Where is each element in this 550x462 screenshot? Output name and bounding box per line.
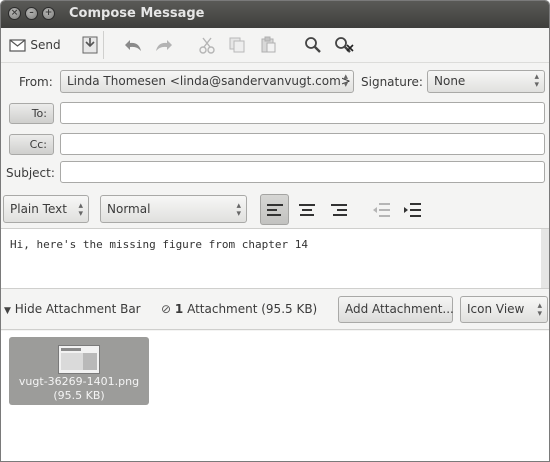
attachment-view-select[interactable]: Icon View ▴ ▾ bbox=[460, 296, 548, 323]
minimize-window-icon[interactable]: – bbox=[25, 7, 38, 20]
subject-label: Subject: bbox=[6, 166, 55, 180]
from-value: Linda Thomesen <linda@sandervanvugt.com> bbox=[67, 74, 351, 88]
find-replace-button[interactable] bbox=[331, 31, 357, 59]
save-draft-button[interactable] bbox=[76, 31, 104, 59]
paperclip-icon: ⊘ bbox=[161, 302, 172, 316]
chevron-updown-icon: ▴ ▾ bbox=[534, 72, 539, 90]
chevron-updown-icon: ▴ ▾ bbox=[78, 201, 83, 219]
format-mode-value: Plain Text bbox=[10, 202, 67, 216]
close-window-icon[interactable]: × bbox=[8, 7, 21, 20]
send-button[interactable]: Send bbox=[7, 31, 63, 59]
attachment-list: vugt-36269-1401.png (95.5 KB) bbox=[1, 331, 549, 461]
chevron-updown-icon: ▴ ▾ bbox=[537, 301, 542, 319]
from-select[interactable]: Linda Thomesen <linda@sandervanvugt.com>… bbox=[60, 70, 354, 93]
hide-attachment-bar-toggle[interactable]: ▼ Hide Attachment Bar bbox=[4, 302, 141, 316]
cut-icon bbox=[199, 37, 215, 54]
signature-label: Signature: bbox=[361, 75, 423, 89]
from-label: From: bbox=[19, 75, 53, 89]
toolbar: Send bbox=[1, 28, 549, 63]
maximize-window-icon[interactable]: + bbox=[42, 7, 55, 20]
add-attachment-button[interactable]: Add Attachment... bbox=[338, 296, 454, 323]
align-right-icon bbox=[330, 203, 347, 216]
search-icon bbox=[305, 37, 321, 53]
attachment-item[interactable]: vugt-36269-1401.png (95.5 KB) bbox=[9, 337, 149, 405]
to-field[interactable] bbox=[60, 102, 545, 124]
undo-icon bbox=[125, 40, 141, 51]
compose-window: × – + Compose Message Send From: Linda T… bbox=[0, 0, 550, 462]
attachment-bar: ▼ Hide Attachment Bar ⊘ 1 Attachment (95… bbox=[1, 290, 549, 330]
copy-icon bbox=[229, 37, 245, 53]
message-body-text: Hi, here's the missing figure from chapt… bbox=[10, 238, 309, 251]
undo-button[interactable] bbox=[121, 31, 145, 59]
chevron-updown-icon: ▴ ▾ bbox=[236, 201, 241, 219]
cc-field[interactable] bbox=[60, 133, 545, 155]
cut-button[interactable] bbox=[196, 31, 218, 59]
to-button[interactable]: To: bbox=[9, 103, 54, 124]
expander-down-icon: ▼ bbox=[4, 306, 11, 316]
paste-button[interactable] bbox=[257, 31, 279, 59]
attachment-filename: vugt-36269-1401.png bbox=[18, 375, 140, 388]
find-replace-icon bbox=[335, 37, 354, 53]
save-draft-icon bbox=[82, 36, 97, 54]
signature-select[interactable]: None ▴ ▾ bbox=[427, 70, 545, 93]
attachment-size: (95.5 KB) bbox=[53, 389, 105, 402]
body-scrollbar[interactable] bbox=[541, 229, 549, 288]
send-icon bbox=[9, 39, 26, 52]
align-left-icon bbox=[266, 203, 283, 216]
subject-field[interactable] bbox=[60, 161, 545, 183]
window-title: Compose Message bbox=[69, 6, 205, 21]
align-left-button[interactable] bbox=[260, 194, 289, 225]
align-right-button[interactable] bbox=[324, 194, 353, 225]
paste-icon bbox=[261, 36, 276, 53]
chevron-updown-icon: ▴ ▾ bbox=[343, 72, 348, 90]
align-center-icon bbox=[298, 203, 315, 216]
paragraph-style-select[interactable]: Normal ▴ ▾ bbox=[100, 195, 247, 223]
align-center-button[interactable] bbox=[292, 194, 321, 225]
image-thumbnail bbox=[58, 345, 100, 374]
paragraph-style-value: Normal bbox=[107, 202, 151, 216]
redo-button[interactable] bbox=[152, 31, 176, 59]
signature-value: None bbox=[434, 74, 466, 88]
cc-button[interactable]: Cc: bbox=[9, 134, 54, 155]
unindent-icon bbox=[372, 202, 390, 217]
message-body[interactable]: Hi, here's the missing figure from chapt… bbox=[1, 228, 549, 289]
attachment-count: ⊘ 1 Attachment (95.5 KB) bbox=[161, 302, 317, 316]
indent-button[interactable] bbox=[397, 194, 426, 225]
title-bar: × – + Compose Message bbox=[1, 1, 549, 28]
send-label: Send bbox=[30, 38, 61, 52]
indent-icon bbox=[403, 202, 421, 217]
attachment-count-number: 1 bbox=[174, 302, 184, 316]
attachment-count-suffix: Attachment (95.5 KB) bbox=[187, 302, 318, 316]
attachment-view-value: Icon View bbox=[467, 302, 525, 316]
redo-icon bbox=[156, 40, 172, 51]
format-mode-select[interactable]: Plain Text ▴ ▾ bbox=[3, 195, 89, 223]
find-button[interactable] bbox=[301, 31, 325, 59]
unindent-button[interactable] bbox=[366, 194, 395, 225]
copy-button[interactable] bbox=[226, 31, 248, 59]
hide-attachment-bar-label: Hide Attachment Bar bbox=[14, 302, 141, 316]
